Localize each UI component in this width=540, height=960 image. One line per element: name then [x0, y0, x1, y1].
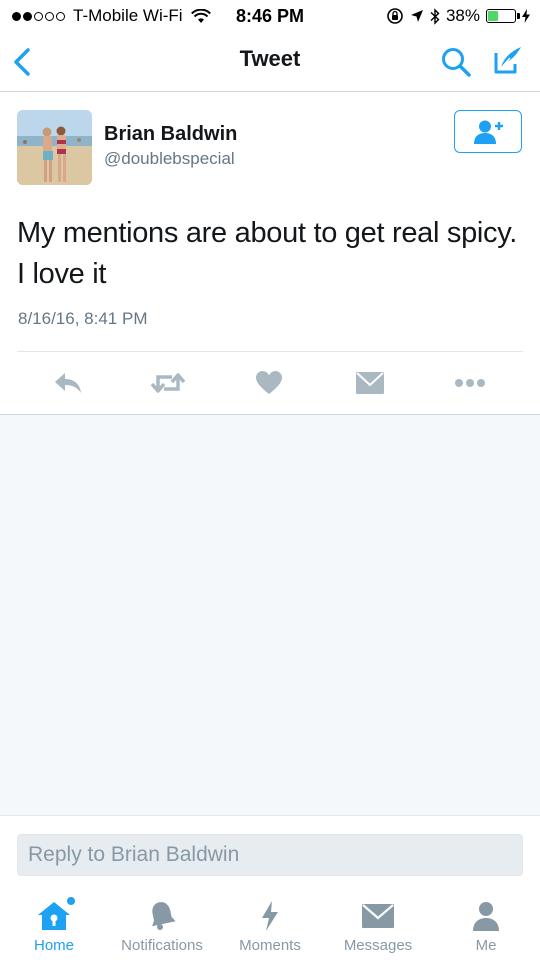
charging-bolt-icon [522, 9, 530, 23]
status-bar: T-Mobile Wi-Fi 8:46 PM 38% [0, 0, 540, 32]
tab-notifications[interactable]: Notifications [108, 885, 216, 960]
navigation-bar: Tweet [0, 32, 540, 92]
tab-label: Home [33, 937, 74, 954]
tweet-detail: Brian Baldwin @doublebspecial My mention… [0, 93, 540, 415]
add-user-icon [474, 120, 503, 144]
compose-icon[interactable] [490, 44, 524, 78]
tab-messages[interactable]: Messages [324, 885, 432, 960]
status-right: 38% [386, 6, 530, 26]
more-button[interactable] [452, 369, 488, 397]
reply-button[interactable] [50, 369, 86, 397]
reply-input[interactable]: Reply to Brian Baldwin [17, 834, 523, 876]
battery-icon [486, 9, 520, 23]
location-arrow-icon [410, 10, 423, 22]
user-handle[interactable]: @doublebspecial [104, 149, 235, 169]
retweet-icon [150, 373, 186, 393]
home-icon [38, 902, 70, 930]
avatar[interactable] [17, 110, 92, 185]
like-icon [256, 371, 282, 394]
orientation-lock-icon [387, 8, 403, 24]
tab-label: Moments [239, 937, 301, 954]
tab-me[interactable]: Me [432, 885, 540, 960]
unread-dot [67, 897, 75, 905]
person-icon [473, 902, 499, 931]
tab-home[interactable]: Home [0, 885, 108, 960]
reply-bar: Reply to Brian Baldwin [0, 815, 540, 885]
avatar-photo [17, 110, 92, 185]
tab-label: Me [475, 937, 497, 954]
follow-button[interactable] [454, 110, 522, 153]
bell-icon [152, 902, 176, 930]
like-button[interactable] [251, 369, 287, 397]
user-name[interactable]: Brian Baldwin [104, 123, 237, 146]
search-icon[interactable] [440, 46, 472, 78]
tab-moments[interactable]: Moments [216, 885, 324, 960]
lightning-icon [262, 901, 278, 931]
tab-label: Messages [343, 937, 413, 954]
tweet-text: My mentions are about to get real spicy.… [17, 217, 518, 290]
bluetooth-icon [430, 7, 440, 25]
tweet-actions [0, 363, 540, 403]
replies-area [0, 415, 540, 815]
retweet-button[interactable] [150, 369, 186, 397]
divider [17, 351, 523, 352]
tweet-timestamp: 8/16/16, 8:41 PM [18, 309, 148, 328]
reply-icon [55, 373, 81, 393]
battery-percent: 38% [445, 6, 480, 25]
envelope-icon [362, 904, 394, 928]
direct-message-icon [356, 372, 384, 394]
tab-label: Notifications [121, 937, 203, 954]
direct-message-button[interactable] [352, 369, 388, 397]
more-icon [455, 379, 485, 387]
tab-bar: Home Notifications Moments Messages Me [0, 885, 540, 960]
